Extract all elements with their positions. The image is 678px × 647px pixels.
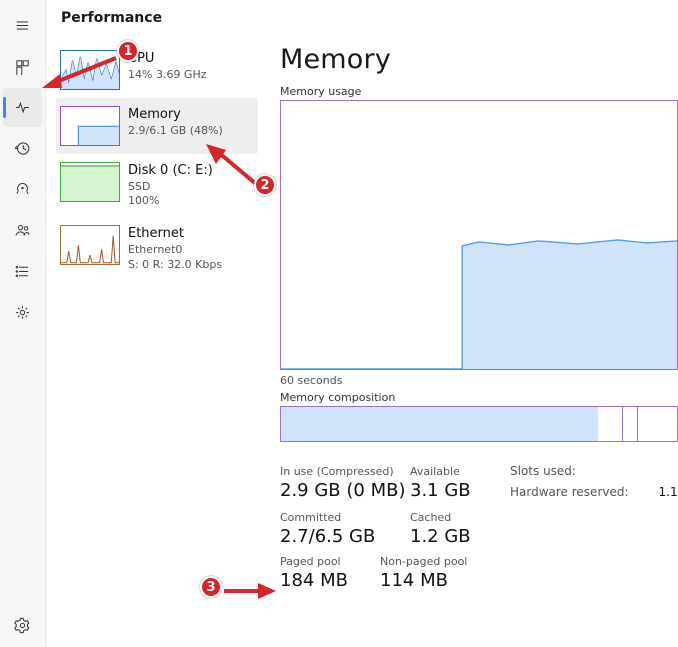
- available-value: 3.1 GB: [410, 480, 510, 501]
- eth-sub2: S: 0 R: 32.0 Kbps: [128, 258, 222, 273]
- performance-icon[interactable]: [3, 88, 42, 127]
- memory-sub: 2.9/6.1 GB (48%): [128, 124, 223, 139]
- detail-title: Memory: [280, 44, 678, 75]
- composition-tick-2: [637, 407, 638, 441]
- startup-icon[interactable]: [3, 170, 42, 209]
- left-rail: [0, 0, 46, 647]
- memory-title: Memory: [128, 106, 223, 124]
- committed-label: Committed: [280, 511, 410, 524]
- cached-value: 1.2 GB: [410, 526, 510, 547]
- inuse-value: 2.9 GB (0 MB): [280, 480, 410, 501]
- eth-title: Ethernet: [128, 225, 222, 243]
- usage-chart: [280, 100, 678, 370]
- cached-label: Cached: [410, 511, 510, 524]
- details-icon[interactable]: [3, 252, 42, 291]
- annotation-badge-3: 3: [200, 576, 222, 598]
- detail-pane: Memory Memory usage 60 seconds Memory co…: [280, 44, 678, 647]
- hwres-label: Hardware reserved:: [510, 485, 640, 499]
- usage-xaxis-left: 60 seconds: [280, 374, 678, 387]
- eth-sub1: Ethernet0: [128, 243, 222, 258]
- composition-label: Memory composition: [280, 391, 678, 404]
- sidebar-item-ethernet[interactable]: Ethernet Ethernet0 S: 0 R: 32.0 Kbps: [56, 217, 258, 280]
- disk-thumb: [60, 162, 120, 202]
- cpu-sub: 14% 3.69 GHz: [128, 68, 207, 83]
- hamburger-icon[interactable]: [3, 6, 42, 45]
- stats-grid: In use (Compressed) Available Slots used…: [280, 464, 678, 547]
- paged-label: Paged pool: [280, 555, 380, 568]
- ethernet-thumb: [60, 225, 120, 265]
- usage-chart-label: Memory usage: [280, 85, 678, 98]
- composition-bar: [280, 406, 678, 442]
- committed-value: 2.7/6.5 GB: [280, 526, 410, 547]
- slots-label: Slots used:: [510, 464, 640, 478]
- paged-value: 184 MB: [280, 570, 380, 591]
- cpu-title: CPU: [128, 50, 207, 68]
- annotation-badge-2: 2: [254, 174, 276, 196]
- pools-grid: Paged pool Non-paged pool 184 MB 114 MB: [280, 555, 678, 591]
- services-icon[interactable]: [3, 293, 42, 332]
- settings-icon[interactable]: [3, 606, 42, 645]
- processes-icon[interactable]: [3, 47, 42, 86]
- inuse-label: In use (Compressed): [280, 465, 410, 478]
- history-icon[interactable]: [3, 129, 42, 168]
- composition-fill: [281, 407, 598, 441]
- composition-tick-1: [622, 407, 623, 441]
- available-label: Available: [410, 465, 510, 478]
- page-title-text: Performance: [61, 10, 162, 26]
- users-icon[interactable]: [3, 211, 42, 250]
- nonpaged-label: Non-paged pool: [380, 555, 500, 568]
- slots-value: N/A: [640, 464, 678, 478]
- memory-thumb: [60, 106, 120, 146]
- page-title: Performance: [46, 0, 678, 36]
- disk-sub2: 100%: [128, 194, 213, 209]
- nonpaged-value: 114 MB: [380, 570, 500, 591]
- hwres-value: 1.1 MB: [640, 485, 678, 499]
- annotation-badge-1: 1: [117, 40, 139, 62]
